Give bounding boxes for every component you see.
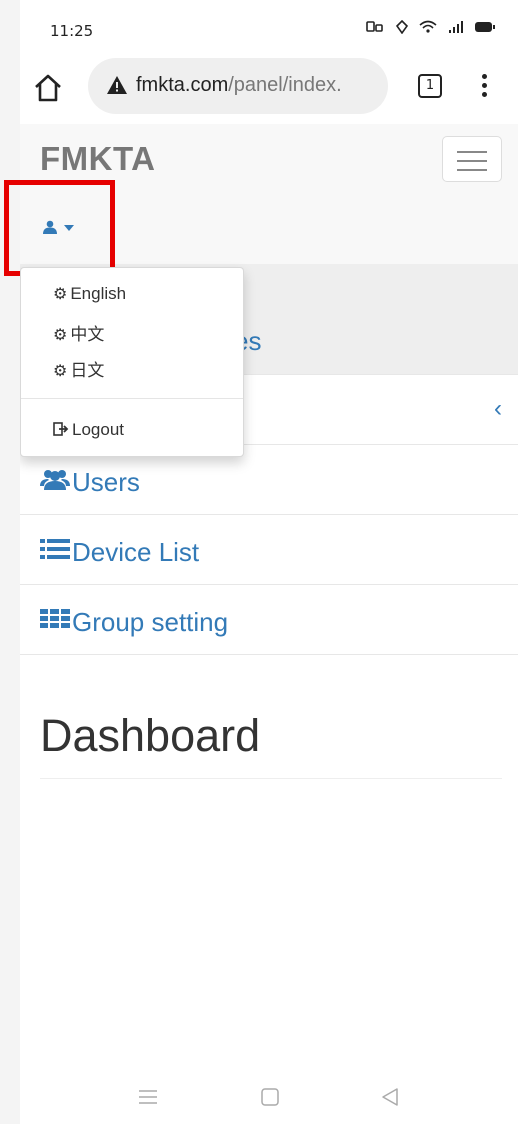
logout-label: Logout — [72, 420, 124, 439]
brand-logo[interactable]: FMKTA — [40, 140, 156, 178]
status-bar: 11:25 — [20, 0, 518, 50]
address-bar[interactable]: fmkta.com/panel/index. — [88, 58, 388, 114]
user-dropdown-menu: ⚙ English ⚙ 中文 ⚙ 日文 Logout — [20, 267, 244, 457]
users-icon — [40, 470, 70, 490]
browser-menu-button[interactable] — [474, 70, 494, 104]
sidebar-item-label: Group setting — [72, 607, 229, 637]
navbar-toggle-button[interactable] — [442, 136, 502, 182]
list-icon — [40, 539, 70, 559]
warning-icon[interactable] — [106, 75, 128, 95]
sidebar-item-group-setting[interactable]: Group setting — [20, 585, 518, 655]
caret-down-icon — [64, 225, 74, 231]
gear-icon: ⚙ — [53, 327, 68, 344]
phone-screen: 11:25 fmkta.com/panel/index. 1 FMKTA es … — [20, 0, 518, 1124]
page-title: Dashboard — [40, 710, 261, 761]
user-dropdown-toggle[interactable] — [42, 216, 82, 240]
location-icon — [395, 19, 408, 35]
back-icon[interactable] — [380, 1087, 400, 1107]
gear-icon: ⚙ — [53, 286, 68, 303]
language-chinese[interactable]: ⚙ 中文 — [53, 320, 104, 345]
browser-toolbar: fmkta.com/panel/index. 1 — [20, 50, 518, 125]
battery-icon — [475, 22, 495, 32]
grid-icon — [40, 609, 70, 628]
gear-icon: ⚙ — [53, 363, 68, 380]
dropdown-item-label: 中文 — [70, 325, 105, 344]
sidebar-item-label: Users — [72, 467, 140, 497]
user-icon — [43, 220, 57, 234]
system-nav-bar — [20, 1068, 518, 1124]
title-divider — [40, 778, 502, 779]
home-icon[interactable] — [30, 70, 66, 106]
url-text[interactable]: fmkta.com/panel/index. — [136, 74, 342, 97]
language-english[interactable]: ⚙ English — [53, 284, 126, 304]
wifi-icon — [419, 20, 437, 33]
recents-icon[interactable] — [138, 1088, 158, 1106]
cell-signal-icon — [448, 21, 463, 33]
sign-out-icon — [53, 422, 69, 436]
dropdown-divider — [21, 398, 243, 399]
sidebar-item-device-list[interactable]: Device List — [20, 515, 518, 585]
signal-icon — [366, 21, 383, 32]
tab-switcher-button[interactable]: 1 — [418, 74, 442, 98]
url-path: /panel/index. — [228, 74, 342, 96]
home-button-icon[interactable] — [260, 1087, 280, 1107]
dropdown-item-label: 日文 — [70, 361, 105, 380]
language-japanese[interactable]: ⚙ 日文 — [53, 356, 104, 381]
site-navbar: FMKTA — [20, 124, 518, 264]
sidebar-item-label: Device List — [72, 537, 200, 567]
url-host: fmkta.com — [136, 74, 229, 96]
logout-item[interactable]: Logout — [53, 420, 124, 440]
dropdown-item-label: English — [70, 284, 127, 303]
status-icons — [366, 19, 496, 38]
chevron-left-icon: ‹ — [494, 395, 502, 422]
status-time: 11:25 — [50, 22, 94, 40]
